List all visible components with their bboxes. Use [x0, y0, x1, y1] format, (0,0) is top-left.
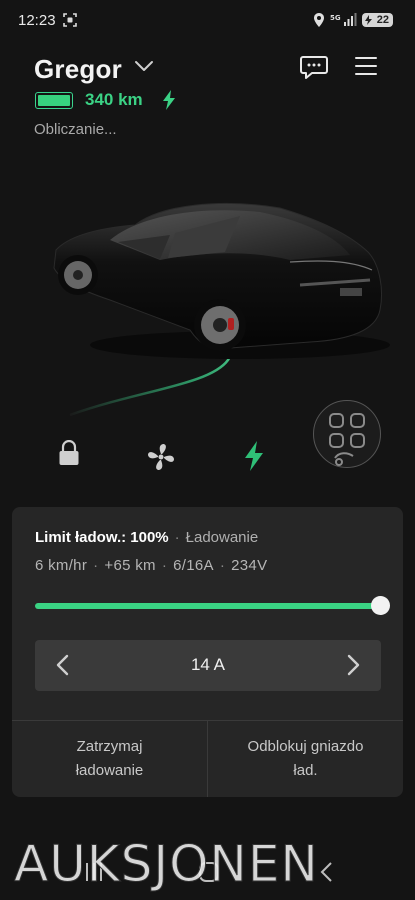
charging-state: Ładowanie: [185, 529, 259, 546]
charge-stats-line: 6 km/hr · +65 km · 6/16A · 234V: [35, 557, 268, 574]
voltage: 234V: [231, 557, 268, 574]
charging-bolt-icon: [163, 90, 175, 110]
menu-icon[interactable]: [355, 56, 377, 76]
stop-charging-button[interactable]: Zatrzymaj ładowanie: [12, 721, 207, 797]
unlock-port-label-line2: ład.: [293, 762, 318, 779]
signal-icon: 5G: [330, 13, 357, 26]
battery-indicator: 22: [362, 13, 393, 27]
range-value: 340 km: [85, 90, 143, 109]
amps-stepper: 14 A: [35, 640, 381, 691]
chevron-down-icon[interactable]: [134, 58, 154, 74]
more-controls-button[interactable]: [313, 400, 381, 468]
charge-limit-label[interactable]: Limit ładow.: 100%: [35, 529, 169, 546]
battery-bolt-icon: [365, 15, 372, 25]
fan-icon[interactable]: [147, 443, 175, 471]
message-icon[interactable]: [300, 55, 328, 79]
battery-level: 22: [376, 14, 389, 26]
charge-limit-slider-thumb[interactable]: [371, 596, 390, 615]
amps-value: 14 A: [190, 655, 226, 674]
unlock-port-button[interactable]: Odblokuj gniazdo ład.: [208, 721, 403, 797]
status-bar: 12:23 5G 22: [0, 0, 415, 42]
svg-text:5G: 5G: [330, 14, 341, 22]
car-image: [53, 202, 390, 417]
added-range: +65 km: [104, 557, 156, 574]
charge-limit-line: Limit ładow.: 100% · Ładowanie: [35, 529, 259, 546]
lock-icon[interactable]: [58, 440, 80, 466]
apps-grid-icon: [329, 413, 365, 466]
unlock-port-label-line1: Odblokuj gniazdo: [247, 738, 364, 755]
back-icon[interactable]: [318, 861, 334, 883]
charge-status-text: Obliczanie...: [34, 121, 117, 138]
charge-bolt-icon[interactable]: [243, 441, 265, 471]
charging-panel: Limit ładow.: 100% · Ładowanie 6 km/hr · +65…: [12, 507, 403, 797]
stop-charging-label-line1: Zatrzymaj: [76, 738, 143, 755]
charge-limit-slider[interactable]: [35, 603, 380, 609]
screenshot-icon: [63, 13, 77, 27]
stop-charging-label-line2: ładowanie: [75, 762, 144, 779]
battery-range-icon: [35, 92, 73, 109]
charge-rate: 6 km/hr: [35, 557, 88, 574]
watermark: AUKSJONEN: [14, 835, 319, 894]
status-time: 12:23: [18, 12, 56, 29]
car-name[interactable]: Gregor: [34, 54, 122, 85]
current-ratio: 6/16A: [173, 557, 214, 574]
location-icon: [314, 13, 324, 27]
chevron-right-icon[interactable]: [347, 654, 361, 676]
